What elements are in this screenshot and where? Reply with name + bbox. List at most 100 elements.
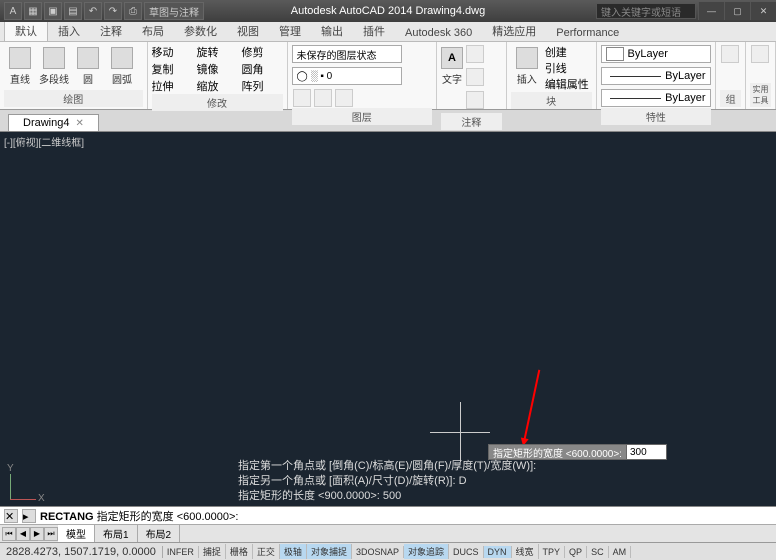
color-dropdown[interactable]: ByLayer [601, 45, 711, 63]
drawing-area[interactable]: [-][俯视][二维线框] 指定矩形的宽度 <600.0000>: YX 指定第… [0, 132, 776, 506]
tab-nav-next-icon[interactable]: ▶ [30, 527, 44, 541]
linetype-dropdown[interactable]: ByLayer [601, 67, 711, 85]
rotate-button[interactable]: 旋转 [197, 44, 241, 60]
panel-title: 注释 [441, 113, 502, 130]
status-toggle[interactable]: TPY [539, 546, 566, 558]
ribbon-tab[interactable]: 默认 [4, 20, 48, 41]
layer-state-dropdown[interactable]: 未保存的图层状态 [292, 45, 402, 63]
qat-open-icon[interactable]: ▣ [44, 2, 62, 20]
ribbon-tab[interactable]: 视图 [227, 21, 269, 41]
ribbon-tab[interactable]: 精选应用 [482, 21, 546, 41]
layer-tool-icon[interactable] [314, 89, 332, 107]
line-icon [9, 47, 31, 69]
text-button[interactable]: A文字 [441, 44, 463, 88]
fillet-button[interactable]: 圆角 [242, 61, 286, 77]
trim-button[interactable]: 修剪 [242, 44, 286, 60]
ribbon-tab[interactable]: 参数化 [174, 21, 227, 41]
insert-button[interactable]: 插入 [511, 44, 543, 88]
arc-icon [111, 47, 133, 69]
maximize-button[interactable]: ▢ [724, 2, 750, 20]
polyline-icon [43, 47, 65, 69]
annotation-arrow-icon [522, 370, 541, 449]
leader-button[interactable]: 引线 [545, 60, 589, 76]
status-toggle[interactable]: QP [565, 546, 587, 558]
stretch-button[interactable]: 拉伸 [152, 78, 196, 94]
layout-tab[interactable]: 布局1 [95, 525, 138, 542]
qat-undo-icon[interactable]: ↶ [84, 2, 102, 20]
move-button[interactable]: 移动 [152, 44, 196, 60]
ribbon-tab[interactable]: 输出 [311, 21, 353, 41]
group-icon[interactable] [721, 45, 739, 63]
layer-tools [292, 88, 354, 108]
ribbon-tab[interactable]: 管理 [269, 21, 311, 41]
tab-nav-prev-icon[interactable]: ◀ [16, 527, 30, 541]
scale-button[interactable]: 缩放 [197, 78, 241, 94]
status-toggle[interactable]: DYN [484, 546, 512, 558]
status-toggle[interactable]: AM [609, 546, 632, 558]
ribbon-tab[interactable]: Performance [546, 25, 629, 41]
close-button[interactable]: ✕ [750, 2, 776, 20]
close-tab-icon[interactable]: ✕ [75, 118, 83, 129]
line-button[interactable]: 直线 [4, 44, 36, 88]
circle-button[interactable]: 圆 [72, 44, 104, 88]
command-line[interactable]: ✕ ▸ RECTANG 指定矩形的宽度 <600.0000>: [0, 506, 776, 524]
array-button[interactable]: 阵列 [242, 78, 286, 94]
edit-attr-button[interactable]: 编辑属性 [545, 76, 589, 92]
command-config-icon[interactable]: ▸ [22, 509, 36, 523]
insert-icon [516, 47, 538, 69]
command-close-icon[interactable]: ✕ [4, 509, 18, 523]
tab-nav-last-icon[interactable]: ⏭ [44, 527, 58, 541]
mirror-button[interactable]: 镜像 [197, 61, 241, 77]
qat-save-icon[interactable]: ▤ [64, 2, 82, 20]
lineweight-dropdown[interactable]: ByLayer [601, 89, 711, 107]
viewport-label[interactable]: [-][俯视][二维线框] [4, 134, 84, 149]
polyline-button[interactable]: 多段线 [38, 44, 70, 88]
ribbon-tab[interactable]: 插入 [48, 21, 90, 41]
status-toggle[interactable]: 3DOSNAP [352, 546, 404, 558]
qat-redo-icon[interactable]: ↷ [104, 2, 122, 20]
status-bar: 2828.4273, 1507.1719, 0.0000 INFER 捕捉 栅格… [0, 542, 776, 560]
layer-dropdown[interactable]: ◯ ░ ▪ 0 [292, 67, 402, 85]
leader-icon[interactable] [466, 68, 484, 86]
qat-app-icon[interactable]: A [4, 2, 22, 20]
arc-button[interactable]: 圆弧 [106, 44, 138, 88]
layout-tab[interactable]: 布局2 [138, 525, 181, 542]
measure-icon[interactable] [751, 45, 769, 63]
status-toggle[interactable]: SC [587, 546, 609, 558]
status-toggle[interactable]: 线宽 [512, 544, 539, 559]
status-toggle[interactable]: 正交 [253, 544, 280, 559]
minimize-button[interactable]: — [698, 2, 724, 20]
command-history-line: 指定另一个角点或 [面积(A)/尺寸(D)/旋转(R)]: D [238, 474, 772, 489]
copy-button[interactable]: 复制 [152, 61, 196, 77]
layer-tool-icon[interactable] [293, 89, 311, 107]
ribbon-tab[interactable]: 注释 [90, 21, 132, 41]
qat-new-icon[interactable]: ▦ [24, 2, 42, 20]
status-toggle[interactable]: 对象捕捉 [307, 544, 352, 559]
layer-tool-icon[interactable] [335, 89, 353, 107]
command-history-line: 指定第一个角点或 [倒角(C)/标高(E)/圆角(F)/厚度(T)/宽度(W)]… [238, 459, 772, 474]
create-block-button[interactable]: 创建 [545, 44, 589, 60]
status-toggle[interactable]: DUCS [449, 546, 484, 558]
status-toggle[interactable]: 极轴 [280, 544, 307, 559]
ribbon-tab[interactable]: 插件 [353, 21, 395, 41]
workspace-dropdown[interactable]: 草图与注释 [144, 2, 204, 20]
tab-nav-first-icon[interactable]: ⏮ [2, 527, 16, 541]
status-toggle[interactable]: INFER [163, 546, 199, 558]
ribbon-tab[interactable]: 布局 [132, 21, 174, 41]
qat-print-icon[interactable]: ⎙ [124, 2, 142, 20]
help-search-input[interactable]: 键入关键字或短语 [596, 3, 696, 19]
status-toggle[interactable]: 捕捉 [199, 544, 226, 559]
status-toggle[interactable]: 栅格 [226, 544, 253, 559]
layout-tab-model[interactable]: 模型 [58, 525, 95, 542]
dim-icon[interactable] [466, 45, 484, 63]
coordinates-display[interactable]: 2828.4273, 1507.1719, 0.0000 [0, 546, 163, 558]
linetype-icon [610, 76, 662, 77]
ribbon-tab[interactable]: Autodesk 360 [395, 25, 482, 41]
file-tab[interactable]: Drawing4 ✕ [8, 114, 99, 131]
panel-title: 实用工具 [750, 83, 771, 107]
ribbon-tab-strip: 默认 插入 注释 布局 参数化 视图 管理 输出 插件 Autodesk 360… [0, 22, 776, 42]
command-prompt: RECTANG 指定矩形的宽度 <600.0000>: [40, 508, 238, 524]
table-icon[interactable] [466, 91, 484, 109]
command-history-line: 指定矩形的长度 <900.0000>: 500 [238, 489, 772, 504]
status-toggle[interactable]: 对象追踪 [404, 544, 449, 559]
